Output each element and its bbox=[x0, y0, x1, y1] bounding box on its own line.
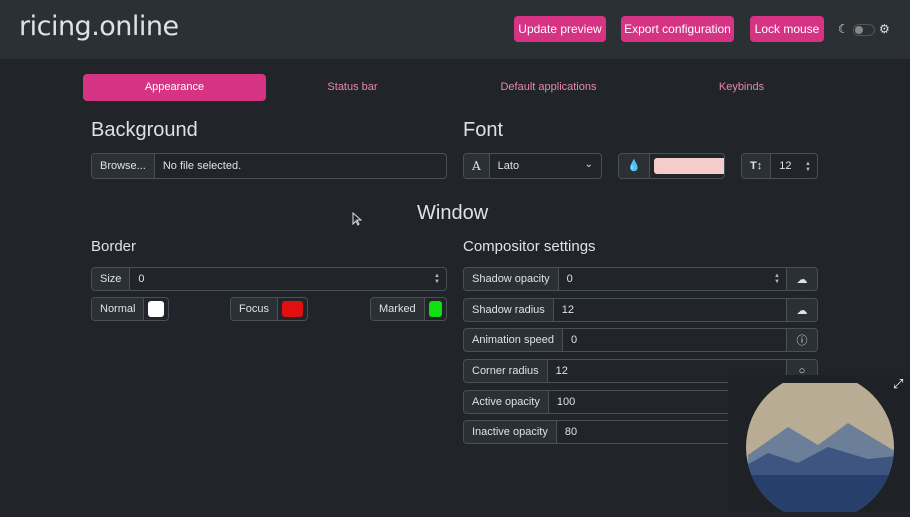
border-heading: Border bbox=[91, 238, 137, 255]
marked-color-input[interactable]: Marked bbox=[370, 297, 447, 321]
animation-speed-input[interactable]: Animation speed 0 ⓘ bbox=[463, 328, 818, 352]
window-heading: Window bbox=[417, 202, 489, 224]
focus-color-input[interactable]: Focus bbox=[230, 297, 308, 321]
shadow-radius-value: 12 bbox=[561, 304, 575, 316]
expand-icon[interactable]: ⤢ bbox=[893, 377, 907, 391]
theme-toggle[interactable] bbox=[853, 24, 875, 36]
update-preview-button[interactable]: Update preview bbox=[514, 16, 606, 42]
text-height-icon: T↕ bbox=[742, 154, 772, 178]
browse-button[interactable]: Browse... bbox=[92, 154, 155, 178]
normal-color-input[interactable]: Normal bbox=[91, 297, 169, 321]
border-size-label: Size bbox=[92, 268, 131, 290]
font-family-select[interactable]: A Lato ⌄ bbox=[463, 153, 602, 179]
brand-logo[interactable]: ricing.online bbox=[19, 11, 179, 42]
normal-color-label: Normal bbox=[92, 298, 145, 320]
focus-color-swatch[interactable] bbox=[281, 301, 303, 317]
shadow-icon[interactable]: ☁ bbox=[786, 268, 817, 290]
shadow-opacity-value: 0 ▲ ▼ bbox=[566, 273, 780, 285]
sun-icon: ⚙ bbox=[879, 22, 890, 36]
export-configuration-button[interactable]: Export configuration bbox=[621, 16, 734, 42]
wallpaper-preview bbox=[728, 375, 910, 512]
preview-video-overlay[interactable]: ⤢ bbox=[728, 375, 910, 512]
marked-color-label: Marked bbox=[371, 298, 425, 320]
marked-color-swatch[interactable] bbox=[428, 301, 442, 317]
compositor-heading: Compositor settings bbox=[463, 238, 596, 255]
animation-speed-label: Animation speed bbox=[464, 329, 563, 351]
shadow-opacity-input[interactable]: Shadow opacity 0 ▲ ▼ ☁ bbox=[463, 267, 818, 291]
theme-switcher: ☾ ⚙ bbox=[838, 22, 894, 36]
font-letter-icon: A bbox=[464, 154, 490, 178]
active-opacity-label: Active opacity bbox=[464, 391, 549, 413]
chevron-down-icon: ⌄ bbox=[584, 159, 593, 170]
normal-color-swatch[interactable] bbox=[148, 301, 164, 317]
spinner-icon[interactable]: ▲ ▼ bbox=[805, 161, 811, 173]
corner-radius-label: Corner radius bbox=[464, 360, 548, 382]
background-heading: Background bbox=[91, 119, 198, 141]
shadow-radius-label: Shadow radius bbox=[464, 299, 554, 321]
font-size-input[interactable]: T↕ 12 ▲ ▼ bbox=[741, 153, 818, 179]
settings-tabs: Appearance Status bar Default applicatio… bbox=[83, 74, 833, 102]
border-size-input[interactable]: Size 0 ▲ ▼ bbox=[91, 267, 447, 291]
lock-mouse-button[interactable]: Lock mouse bbox=[750, 16, 824, 42]
animation-speed-value: 0 bbox=[570, 334, 578, 346]
mouse-cursor-icon bbox=[352, 212, 362, 226]
top-navbar: ricing.online Update preview Export conf… bbox=[0, 0, 910, 59]
font-heading: Font bbox=[463, 119, 504, 141]
info-icon[interactable]: ⓘ bbox=[786, 329, 817, 351]
shadow-icon[interactable]: ☁ bbox=[786, 299, 817, 321]
droplet-icon: 💧 bbox=[619, 154, 650, 178]
shadow-radius-input[interactable]: Shadow radius 12 ☁ bbox=[463, 298, 818, 322]
spinner-icon[interactable]: ▲ ▼ bbox=[434, 273, 440, 285]
focus-color-label: Focus bbox=[231, 298, 278, 320]
font-color-picker[interactable]: 💧 bbox=[618, 153, 725, 179]
inactive-opacity-label: Inactive opacity bbox=[464, 421, 557, 443]
moon-icon: ☾ bbox=[838, 22, 849, 36]
border-size-value: 0 bbox=[138, 273, 145, 285]
background-file-input[interactable]: Browse... No file selected. bbox=[91, 153, 447, 179]
tab-keybinds[interactable]: Keybinds bbox=[648, 74, 835, 101]
font-color-swatch[interactable] bbox=[653, 158, 724, 174]
tab-status-bar[interactable]: Status bar bbox=[266, 74, 439, 101]
tab-appearance[interactable]: Appearance bbox=[83, 74, 266, 101]
file-status: No file selected. bbox=[162, 160, 242, 172]
tab-default-applications[interactable]: Default applications bbox=[455, 74, 642, 101]
shadow-opacity-label: Shadow opacity bbox=[464, 268, 559, 290]
